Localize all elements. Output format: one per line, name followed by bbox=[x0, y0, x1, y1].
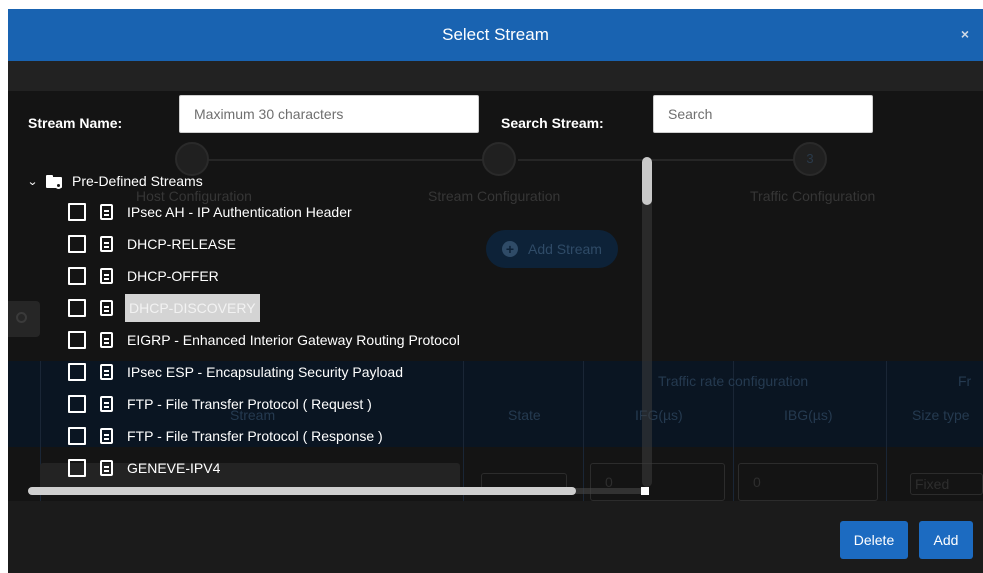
document-icon bbox=[100, 396, 113, 412]
close-icon[interactable]: × bbox=[957, 25, 973, 43]
state-header: State bbox=[508, 407, 541, 423]
item-checkbox[interactable] bbox=[68, 235, 86, 253]
modal-header: Select Stream × bbox=[8, 9, 983, 61]
tree-item[interactable]: FTP - File Transfer Protocol ( Request ) bbox=[68, 391, 374, 417]
tree-item-label[interactable]: IPsec AH - IP Authentication Header bbox=[125, 200, 354, 224]
tree-item-label[interactable]: IPsec ESP - Encapsulating Security Paylo… bbox=[125, 360, 405, 384]
tree-item[interactable]: GENEVE-IPV4 bbox=[68, 455, 222, 481]
tree-item-label[interactable]: DHCP-DISCOVERY bbox=[125, 294, 260, 322]
tree-root-label: Pre-Defined Streams bbox=[72, 173, 203, 189]
table-divider bbox=[886, 361, 887, 501]
modal-body: 3 Host Configuration Stream Configuratio… bbox=[8, 91, 983, 501]
tree-item[interactable]: DHCP-RELEASE bbox=[68, 231, 238, 257]
vertical-scrollbar-track[interactable] bbox=[642, 157, 652, 487]
tree-root-predefined[interactable]: ⌄ Pre-Defined Streams bbox=[27, 170, 203, 192]
tree-item-label[interactable]: DHCP-OFFER bbox=[125, 264, 221, 288]
document-icon bbox=[100, 332, 113, 348]
document-icon bbox=[100, 364, 113, 380]
ibg-input: 0 bbox=[738, 463, 878, 501]
tree-item-label[interactable]: EIGRP - Enhanced Interior Gateway Routin… bbox=[125, 328, 462, 352]
add-button[interactable]: Add bbox=[919, 521, 973, 559]
size-type-header: Size type bbox=[912, 407, 970, 423]
tree-item[interactable]: IPsec AH - IP Authentication Header bbox=[68, 199, 354, 225]
add-stream-label: Add Stream bbox=[528, 241, 602, 257]
item-checkbox[interactable] bbox=[68, 363, 86, 381]
modal-footer: Delete Add bbox=[8, 501, 983, 573]
delete-button[interactable]: Delete bbox=[840, 521, 908, 559]
plus-icon: + bbox=[502, 241, 518, 257]
tree-item[interactable]: EIGRP - Enhanced Interior Gateway Routin… bbox=[68, 327, 462, 353]
table-divider bbox=[463, 361, 464, 501]
item-checkbox[interactable] bbox=[68, 395, 86, 413]
ifg-input: 0 bbox=[590, 463, 725, 501]
step-connector bbox=[193, 159, 483, 161]
step-label-stream: Stream Configuration bbox=[428, 188, 561, 204]
item-checkbox[interactable] bbox=[68, 203, 86, 221]
document-icon bbox=[100, 428, 113, 444]
search-icon bbox=[8, 301, 40, 337]
document-icon bbox=[100, 268, 113, 284]
tree-item[interactable]: IPsec ESP - Encapsulating Security Paylo… bbox=[68, 359, 405, 385]
search-stream-label: Search Stream: bbox=[501, 115, 604, 131]
select-stream-modal: Select Stream × 3 Host Configuration Str… bbox=[8, 9, 983, 573]
document-icon bbox=[100, 460, 113, 476]
item-checkbox[interactable] bbox=[68, 267, 86, 285]
add-stream-button: + Add Stream bbox=[486, 230, 618, 268]
modal-title: Select Stream bbox=[442, 25, 549, 44]
stream-name-input[interactable] bbox=[179, 95, 479, 133]
stream-name-label: Stream Name: bbox=[28, 115, 123, 131]
document-icon bbox=[100, 204, 113, 220]
folder-icon bbox=[46, 174, 62, 189]
scrollbar-corner bbox=[641, 487, 649, 495]
item-checkbox[interactable] bbox=[68, 427, 86, 445]
vertical-scrollbar-thumb[interactable] bbox=[642, 157, 652, 205]
chevron-down-icon[interactable]: ⌄ bbox=[27, 175, 39, 188]
item-checkbox[interactable] bbox=[68, 299, 86, 317]
size-type-select: Fixed bbox=[910, 473, 983, 495]
tree-item-selected[interactable]: DHCP-DISCOVERY bbox=[68, 294, 260, 322]
tree-item-label[interactable]: GENEVE-IPV4 bbox=[125, 456, 222, 480]
traffic-rate-header: Traffic rate configuration bbox=[658, 373, 809, 389]
horizontal-scrollbar-thumb[interactable] bbox=[28, 487, 576, 495]
step-edit-icon bbox=[482, 142, 516, 176]
search-stream-input[interactable] bbox=[653, 95, 873, 133]
tree-item-label[interactable]: DHCP-RELEASE bbox=[125, 232, 238, 256]
step-label-traffic: Traffic Configuration bbox=[750, 188, 876, 204]
tree-item-label[interactable]: FTP - File Transfer Protocol ( Response … bbox=[125, 424, 385, 448]
header-strip bbox=[8, 61, 983, 91]
document-icon bbox=[100, 300, 113, 316]
tree-item[interactable]: FTP - File Transfer Protocol ( Response … bbox=[68, 423, 385, 449]
tree-item-label[interactable]: FTP - File Transfer Protocol ( Request ) bbox=[125, 392, 374, 416]
document-icon bbox=[100, 236, 113, 252]
item-checkbox[interactable] bbox=[68, 459, 86, 477]
frame-header: Fr bbox=[958, 373, 972, 389]
tree-item[interactable]: DHCP-OFFER bbox=[68, 263, 221, 289]
step-3-badge: 3 bbox=[793, 142, 827, 176]
item-checkbox[interactable] bbox=[68, 331, 86, 349]
ibg-header: IBG(µs) bbox=[784, 407, 833, 423]
table-divider bbox=[583, 361, 584, 501]
step-connector bbox=[518, 159, 808, 161]
